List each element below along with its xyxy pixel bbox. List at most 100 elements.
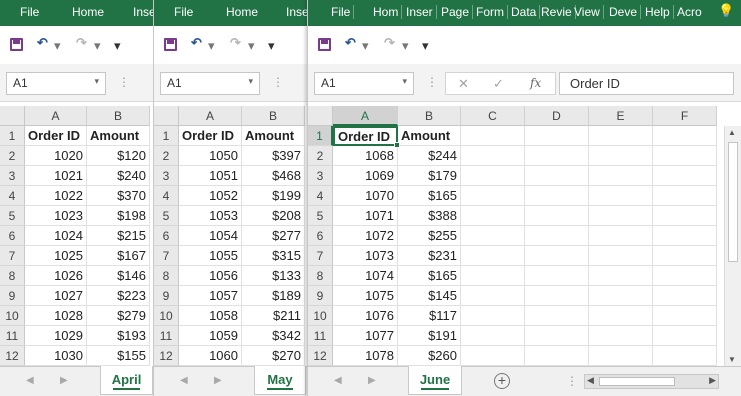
cell-b10[interactable]: $279 — [87, 306, 150, 326]
cell-b4[interactable]: $370 — [87, 186, 150, 206]
row-header-11[interactable]: 11 — [308, 326, 333, 346]
ribbon-tab-hom[interactable]: Hom — [370, 5, 403, 19]
row-header-9[interactable]: 9 — [154, 286, 179, 306]
row-header-9[interactable]: 9 — [0, 286, 25, 306]
cell-a8[interactable]: 1074 — [333, 266, 398, 286]
cell-e6[interactable] — [589, 226, 653, 246]
name-box[interactable]: A1 ▾ — [314, 72, 414, 95]
redo-icon[interactable]: ↷ — [76, 35, 87, 51]
cell-d7[interactable] — [525, 246, 589, 266]
column-header-d[interactable]: D — [525, 106, 589, 126]
cell-f3[interactable] — [653, 166, 717, 186]
undo-dropdown-icon[interactable]: ▾ — [208, 38, 215, 54]
chevron-down-icon[interactable]: ▾ — [248, 76, 253, 87]
cell-a9[interactable]: 1075 — [333, 286, 398, 306]
cell-b12[interactable]: $270 — [242, 346, 305, 366]
cell-b10[interactable]: $211 — [242, 306, 305, 326]
cell-b4[interactable]: $165 — [398, 186, 461, 206]
cell-a12[interactable]: 1078 — [333, 346, 398, 366]
cell-e7[interactable] — [589, 246, 653, 266]
add-sheet-button[interactable]: + — [494, 373, 510, 389]
redo-dropdown-icon[interactable]: ▾ — [248, 38, 255, 54]
cell-b12[interactable]: $260 — [398, 346, 461, 366]
row-header-2[interactable]: 2 — [154, 146, 179, 166]
insert-function-icon[interactable]: fx — [530, 76, 541, 90]
row-header-3[interactable]: 3 — [154, 166, 179, 186]
row-header-12[interactable]: 12 — [308, 346, 333, 366]
sheet-tab-may[interactable]: May — [254, 366, 306, 395]
cell-a7[interactable]: 1073 — [333, 246, 398, 266]
cell-a10[interactable]: 1028 — [25, 306, 87, 326]
ribbon-tab-help[interactable]: Help — [642, 5, 674, 19]
cell-c1[interactable] — [461, 126, 525, 146]
cell-d11[interactable] — [525, 326, 589, 346]
cell-a4[interactable]: 1022 — [25, 186, 87, 206]
cell-b8[interactable]: $133 — [242, 266, 305, 286]
cell-c8[interactable] — [461, 266, 525, 286]
undo-dropdown-icon[interactable]: ▾ — [54, 38, 61, 54]
ribbon-tab-home[interactable]: Home — [72, 5, 104, 19]
cell-a10[interactable]: 1076 — [333, 306, 398, 326]
cell-a12[interactable]: 1060 — [179, 346, 242, 366]
cell-a3[interactable]: 1069 — [333, 166, 398, 186]
cell-b4[interactable]: $199 — [242, 186, 305, 206]
save-icon[interactable] — [318, 38, 331, 51]
cell-a6[interactable]: 1054 — [179, 226, 242, 246]
row-header-7[interactable]: 7 — [0, 246, 25, 266]
row-header-2[interactable]: 2 — [0, 146, 25, 166]
ribbon-tab-inse[interactable]: Inse — [286, 5, 307, 19]
cell-a3[interactable]: 1021 — [25, 166, 87, 186]
cell-f1[interactable] — [653, 126, 717, 146]
ribbon-tab-acro[interactable]: Acro — [674, 5, 705, 19]
save-icon[interactable] — [164, 38, 177, 51]
row-header-3[interactable]: 3 — [0, 166, 25, 186]
cell-b1[interactable]: Amount — [242, 126, 305, 146]
scroll-left-icon[interactable]: ◀ — [587, 375, 594, 386]
ribbon-tab-file[interactable]: File — [20, 5, 39, 19]
cell-c12[interactable] — [461, 346, 525, 366]
cell-b3[interactable]: $240 — [87, 166, 150, 186]
cell-e11[interactable] — [589, 326, 653, 346]
ribbon-tab-home[interactable]: Home — [226, 5, 258, 19]
cell-a11[interactable]: 1077 — [333, 326, 398, 346]
row-header-11[interactable]: 11 — [154, 326, 179, 346]
ribbon-tab-file[interactable]: File — [328, 5, 355, 19]
sheet-nav-next-icon[interactable]: ▶ — [214, 375, 222, 386]
redo-dropdown-icon[interactable]: ▾ — [402, 38, 409, 54]
cell-d6[interactable] — [525, 226, 589, 246]
cell-a6[interactable]: 1024 — [25, 226, 87, 246]
lightbulb-icon[interactable]: 💡 — [718, 3, 734, 19]
cell-b9[interactable]: $189 — [242, 286, 305, 306]
customize-qat-icon[interactable]: ▾ — [268, 38, 275, 54]
scroll-right-icon[interactable]: ▶ — [709, 375, 716, 386]
cell-b7[interactable]: $167 — [87, 246, 150, 266]
cell-c6[interactable] — [461, 226, 525, 246]
save-icon[interactable] — [10, 38, 23, 51]
cell-b7[interactable]: $315 — [242, 246, 305, 266]
row-header-6[interactable]: 6 — [0, 226, 25, 246]
row-header-2[interactable]: 2 — [308, 146, 333, 166]
customize-qat-icon[interactable]: ▾ — [114, 38, 121, 54]
cell-d1[interactable] — [525, 126, 589, 146]
column-header-a[interactable]: A — [179, 106, 242, 126]
cell-e1[interactable] — [589, 126, 653, 146]
sheet-nav-next-icon[interactable]: ▶ — [60, 375, 68, 386]
column-header-c[interactable]: C — [461, 106, 525, 126]
scroll-up-icon[interactable]: ▲ — [728, 128, 736, 137]
cell-a1[interactable]: Order ID — [25, 126, 87, 146]
cell-c2[interactable] — [461, 146, 525, 166]
cell-f8[interactable] — [653, 266, 717, 286]
column-header-b[interactable]: B — [242, 106, 305, 126]
cell-a7[interactable]: 1055 — [179, 246, 242, 266]
cell-e4[interactable] — [589, 186, 653, 206]
sheet-nav-prev-icon[interactable]: ◀ — [26, 375, 34, 386]
cell-f5[interactable] — [653, 206, 717, 226]
cell-c11[interactable] — [461, 326, 525, 346]
row-header-4[interactable]: 4 — [154, 186, 179, 206]
undo-icon[interactable]: ↶ — [345, 35, 356, 51]
cell-c10[interactable] — [461, 306, 525, 326]
row-header-10[interactable]: 10 — [308, 306, 333, 326]
cell-b8[interactable]: $165 — [398, 266, 461, 286]
ribbon-tab-data[interactable]: Data — [508, 5, 541, 19]
row-header-5[interactable]: 5 — [154, 206, 179, 226]
